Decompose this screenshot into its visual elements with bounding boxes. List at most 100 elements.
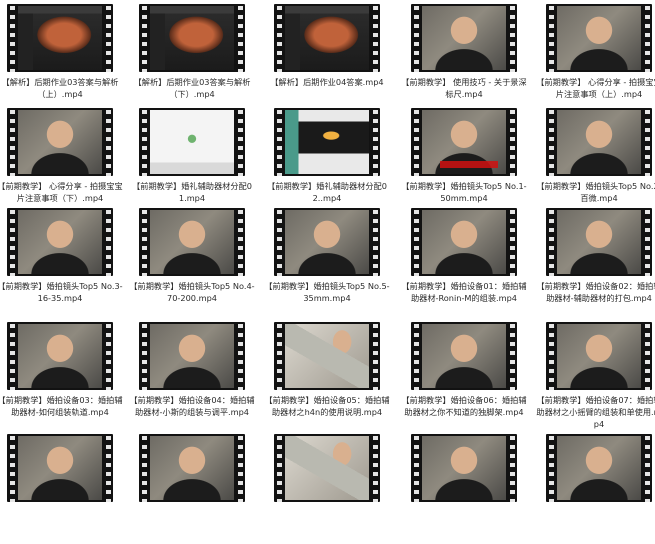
- video-frame-image: [18, 436, 102, 500]
- file-item[interactable]: 【前期教学】 心得分享 - 拍摄宝宝片注意事项（下）.mp4: [0, 104, 123, 218]
- video-thumbnail[interactable]: [546, 322, 652, 390]
- film-strip-perforation: [274, 322, 284, 390]
- film-strip-perforation: [642, 434, 652, 502]
- file-item[interactable]: 【解析】后期作业03答案与解析（下）.mp4: [131, 0, 253, 114]
- video-thumbnail[interactable]: [274, 4, 380, 72]
- file-item[interactable]: 【前期教学】婚拍设备02：婚拍辅助器材-辅助器材的打包.mp4: [536, 204, 655, 318]
- video-thumbnail[interactable]: [139, 4, 245, 72]
- video-thumbnail[interactable]: [139, 322, 245, 390]
- film-strip-perforation: [7, 322, 17, 390]
- file-item[interactable]: 【前期教学】婚拍镜头Top5 No.5-35mm.mp4: [264, 204, 390, 318]
- film-strip-perforation: [7, 434, 17, 502]
- film-strip-perforation: [139, 4, 149, 72]
- file-item[interactable]: 【前期教学】婚拍设备05：婚拍辅助器材之h4n的使用说明.mp4: [264, 318, 390, 432]
- file-name[interactable]: 【前期教学】婚拍镜头Top5 No.1-50mm.mp4: [401, 180, 527, 204]
- file-name[interactable]: 【解析】后期作业03答案与解析（下）.mp4: [129, 76, 255, 100]
- video-thumbnail[interactable]: [411, 434, 517, 502]
- film-strip-perforation: [7, 208, 17, 276]
- file-name[interactable]: 【前期教学】婚拍设备01：婚拍辅助器材-Ronin-M的组装.mp4: [401, 280, 527, 304]
- film-strip-perforation: [103, 322, 113, 390]
- film-strip-perforation: [139, 434, 149, 502]
- video-thumbnail[interactable]: [411, 322, 517, 390]
- file-item[interactable]: [131, 430, 253, 544]
- file-name[interactable]: 【前期教学】婚拍镜头Top5 No.2-百微.mp4: [536, 180, 655, 204]
- video-frame-image: [150, 6, 234, 70]
- file-item[interactable]: 【前期教学】婚拍镜头Top5 No.4-70-200.mp4: [129, 204, 255, 318]
- file-item[interactable]: 【前期教学】婚拍设备01：婚拍辅助器材-Ronin-M的组装.mp4: [401, 204, 527, 318]
- film-strip-perforation: [370, 108, 380, 176]
- video-thumbnail[interactable]: [546, 434, 652, 502]
- file-item[interactable]: [403, 430, 525, 544]
- file-name[interactable]: 【前期教学】婚拍镜头Top5 No.5-35mm.mp4: [264, 280, 390, 304]
- file-name[interactable]: 【前期教学】婚拍设备02：婚拍辅助器材-辅助器材的打包.mp4: [536, 280, 655, 304]
- film-strip-perforation: [235, 4, 245, 72]
- file-name[interactable]: 【前期教学】 心得分享 - 拍摄宝宝片注意事项（下）.mp4: [0, 180, 123, 204]
- film-strip-perforation: [507, 208, 517, 276]
- file-item[interactable]: 【前期教学】婚拍镜头Top5 No.2-百微.mp4: [536, 104, 655, 218]
- file-item[interactable]: 【前期教学】婚拍镜头Top5 No.3-16-35.mp4: [0, 204, 123, 318]
- file-item[interactable]: [266, 430, 388, 544]
- video-thumbnail[interactable]: [411, 4, 517, 72]
- video-thumbnail[interactable]: [546, 4, 652, 72]
- video-thumbnail[interactable]: [274, 434, 380, 502]
- film-strip-perforation: [370, 208, 380, 276]
- file-name[interactable]: 【前期教学】 使用技巧 - 关于景深标尺.mp4: [401, 76, 527, 100]
- video-thumbnail[interactable]: [274, 322, 380, 390]
- file-name[interactable]: 【前期教学】婚拍镜头Top5 No.3-16-35.mp4: [0, 280, 123, 304]
- file-item[interactable]: 【解析】后期作业03答案与解析（上）.mp4: [0, 0, 121, 114]
- film-strip-perforation: [546, 4, 556, 72]
- video-thumbnail[interactable]: [546, 208, 652, 276]
- file-grid: 【解析】后期作业03答案与解析（上）.mp4 【解析】后期作业03答案与解析（下）…: [0, 0, 655, 502]
- file-item[interactable]: 【解析】后期作业04答案.mp4: [266, 0, 388, 114]
- file-item[interactable]: [0, 430, 121, 544]
- file-item[interactable]: 【前期教学】婚拍设备06：婚拍辅助器材之你不知道的独脚架.mp4: [401, 318, 527, 432]
- video-frame-image: [285, 436, 369, 500]
- file-name[interactable]: 【前期教学】婚拍设备04：婚拍辅助器材-小斯的组装与调平.mp4: [129, 394, 255, 418]
- video-thumbnail[interactable]: [7, 108, 113, 176]
- video-frame-image: [285, 110, 369, 174]
- video-thumbnail[interactable]: [546, 108, 652, 176]
- file-item[interactable]: 【前期教学】 心得分享 - 拍摄宝宝片注意事项（上）.mp4: [536, 0, 655, 114]
- video-thumbnail[interactable]: [139, 108, 245, 176]
- file-name[interactable]: 【前期教学】婚拍设备07：婚拍辅助器材之小摇臂的组装和单使用.mp4: [536, 394, 655, 430]
- file-item[interactable]: 【前期教学】婚拍设备07：婚拍辅助器材之小摇臂的组装和单使用.mp4: [536, 318, 655, 432]
- film-strip-perforation: [642, 322, 652, 390]
- file-item[interactable]: 【前期教学】婚拍设备03：婚拍辅助器材-如何组装轨道.mp4: [0, 318, 123, 432]
- video-thumbnail[interactable]: [411, 108, 517, 176]
- film-strip-perforation: [103, 4, 113, 72]
- file-item[interactable]: 【前期教学】婚礼辅助器材分配02..mp4: [266, 104, 388, 218]
- film-strip-perforation: [103, 434, 113, 502]
- video-thumbnail[interactable]: [7, 208, 113, 276]
- file-item[interactable]: 【前期教学】婚拍镜头Top5 No.1-50mm.mp4: [401, 104, 527, 218]
- file-name[interactable]: 【前期教学】婚拍镜头Top5 No.4-70-200.mp4: [129, 280, 255, 304]
- file-item[interactable]: 【前期教学】婚拍设备04：婚拍辅助器材-小斯的组装与调平.mp4: [129, 318, 255, 432]
- video-frame-image: [557, 436, 641, 500]
- video-thumbnail[interactable]: [274, 108, 380, 176]
- file-item[interactable]: 【前期教学】婚礼辅助器材分配01.mp4: [131, 104, 253, 218]
- file-name[interactable]: 【前期教学】婚礼辅助器材分配02..mp4: [264, 180, 390, 204]
- video-thumbnail[interactable]: [7, 434, 113, 502]
- video-thumbnail[interactable]: [274, 208, 380, 276]
- video-frame-image: [285, 6, 369, 70]
- film-strip-perforation: [507, 108, 517, 176]
- film-strip-perforation: [7, 108, 17, 176]
- file-name[interactable]: 【前期教学】婚拍设备06：婚拍辅助器材之你不知道的独脚架.mp4: [401, 394, 527, 418]
- film-strip-perforation: [274, 208, 284, 276]
- video-thumbnail[interactable]: [139, 434, 245, 502]
- film-strip-perforation: [274, 4, 284, 72]
- video-thumbnail[interactable]: [411, 208, 517, 276]
- file-name[interactable]: 【解析】后期作业03答案与解析（上）.mp4: [0, 76, 123, 100]
- file-item[interactable]: [538, 430, 655, 544]
- file-name[interactable]: 【前期教学】 心得分享 - 拍摄宝宝片注意事项（上）.mp4: [536, 76, 655, 100]
- file-name[interactable]: 【前期教学】婚拍设备03：婚拍辅助器材-如何组装轨道.mp4: [0, 394, 123, 418]
- film-strip-perforation: [411, 208, 421, 276]
- file-name[interactable]: 【前期教学】婚拍设备05：婚拍辅助器材之h4n的使用说明.mp4: [264, 394, 390, 418]
- video-thumbnail[interactable]: [7, 4, 113, 72]
- video-thumbnail[interactable]: [7, 322, 113, 390]
- file-name[interactable]: 【解析】后期作业04答案.mp4: [264, 76, 390, 88]
- file-item[interactable]: 【前期教学】 使用技巧 - 关于景深标尺.mp4: [401, 0, 527, 114]
- film-strip-perforation: [235, 208, 245, 276]
- film-strip-perforation: [642, 4, 652, 72]
- video-thumbnail[interactable]: [139, 208, 245, 276]
- file-name[interactable]: 【前期教学】婚礼辅助器材分配01.mp4: [129, 180, 255, 204]
